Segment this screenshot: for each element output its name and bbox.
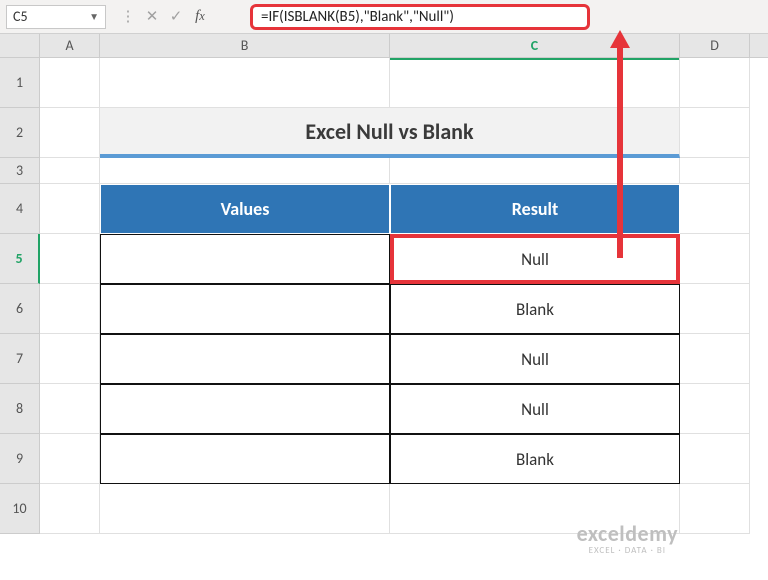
cell-d6[interactable] <box>680 284 750 334</box>
formula-bar: C5 ▼ ⋮ ✕ ✓ fx =IF(ISBLANK(B5),"Blank","N… <box>0 0 768 34</box>
header-result[interactable]: Result <box>390 184 680 234</box>
cell-c8[interactable]: Null <box>390 384 680 434</box>
cell-a1[interactable] <box>40 58 100 108</box>
header-values[interactable]: Values <box>100 184 390 234</box>
drag-icon: ⋮ <box>120 9 136 25</box>
cell-a8[interactable] <box>40 384 100 434</box>
watermark: exceldemy EXCEL · DATA · BI <box>577 522 678 556</box>
row-header-6[interactable]: 6 <box>0 284 40 334</box>
cell-b8[interactable] <box>100 384 390 434</box>
cell-c9[interactable]: Blank <box>390 434 680 484</box>
cell-a5[interactable] <box>40 234 100 284</box>
cell-d7[interactable] <box>680 334 750 384</box>
watermark-brand: exceldemy <box>577 522 678 546</box>
cell-d9[interactable] <box>680 434 750 484</box>
cancel-icon[interactable]: ✕ <box>144 9 160 25</box>
col-header-b[interactable]: B <box>100 34 390 60</box>
cell-a10[interactable] <box>40 484 100 534</box>
row-header-9[interactable]: 9 <box>0 434 40 484</box>
row-header-3[interactable]: 3 <box>0 158 40 184</box>
cell-d3[interactable] <box>680 158 750 184</box>
enter-icon[interactable]: ✓ <box>168 9 184 25</box>
cell-b7[interactable] <box>100 334 390 384</box>
cell-d5[interactable] <box>680 234 750 284</box>
chevron-down-icon[interactable]: ▼ <box>89 10 99 23</box>
formula-text: =IF(ISBLANK(B5),"Blank","Null") <box>261 8 454 26</box>
cell-a3[interactable] <box>40 158 100 184</box>
formula-bar-icons: ⋮ ✕ ✓ fx <box>110 9 218 25</box>
cell-c5[interactable]: Null <box>390 234 680 284</box>
cell-c3[interactable] <box>390 158 680 184</box>
formula-input[interactable]: =IF(ISBLANK(B5),"Blank","Null") <box>250 4 590 30</box>
row-header-4[interactable]: 4 <box>0 184 40 234</box>
row-header-2[interactable]: 2 <box>0 108 40 158</box>
col-header-a[interactable]: A <box>40 34 100 60</box>
row-header-7[interactable]: 7 <box>0 334 40 384</box>
cell-b6[interactable] <box>100 284 390 334</box>
spreadsheet: A B C D 1 2 3 4 5 6 7 8 9 10 Ex <box>0 34 768 534</box>
col-header-c[interactable]: C <box>390 34 680 60</box>
cell-d4[interactable] <box>680 184 750 234</box>
cell-b3[interactable] <box>100 158 390 184</box>
col-header-d[interactable]: D <box>680 34 750 60</box>
row-headers: 1 2 3 4 5 6 7 8 9 10 <box>0 58 40 534</box>
cell-d2[interactable] <box>680 108 750 158</box>
cell-c7[interactable]: Null <box>390 334 680 384</box>
cell-b1[interactable] <box>100 58 390 108</box>
cell-b5[interactable] <box>100 234 390 284</box>
row-header-1[interactable]: 1 <box>0 58 40 108</box>
cell-b9[interactable] <box>100 434 390 484</box>
cell-a7[interactable] <box>40 334 100 384</box>
cell-d10[interactable] <box>680 484 750 534</box>
row-header-10[interactable]: 10 <box>0 484 40 534</box>
cell-c1[interactable] <box>390 58 680 108</box>
name-box[interactable]: C5 ▼ <box>6 5 106 29</box>
cell-b10[interactable] <box>100 484 390 534</box>
cell-a9[interactable] <box>40 434 100 484</box>
column-headers: A B C D <box>0 34 768 58</box>
select-all-corner[interactable] <box>0 34 40 60</box>
row-header-8[interactable]: 8 <box>0 384 40 434</box>
cell-c6[interactable]: Blank <box>390 284 680 334</box>
title-cell[interactable]: Excel Null vs Blank <box>100 108 680 158</box>
cell-a2[interactable] <box>40 108 100 158</box>
fx-icon[interactable]: fx <box>192 9 208 25</box>
name-box-value: C5 <box>13 8 28 25</box>
cell-a4[interactable] <box>40 184 100 234</box>
cell-a6[interactable] <box>40 284 100 334</box>
cell-d1[interactable] <box>680 58 750 108</box>
row-header-5[interactable]: 5 <box>0 234 40 284</box>
cell-d8[interactable] <box>680 384 750 434</box>
watermark-tagline: EXCEL · DATA · BI <box>577 546 678 556</box>
